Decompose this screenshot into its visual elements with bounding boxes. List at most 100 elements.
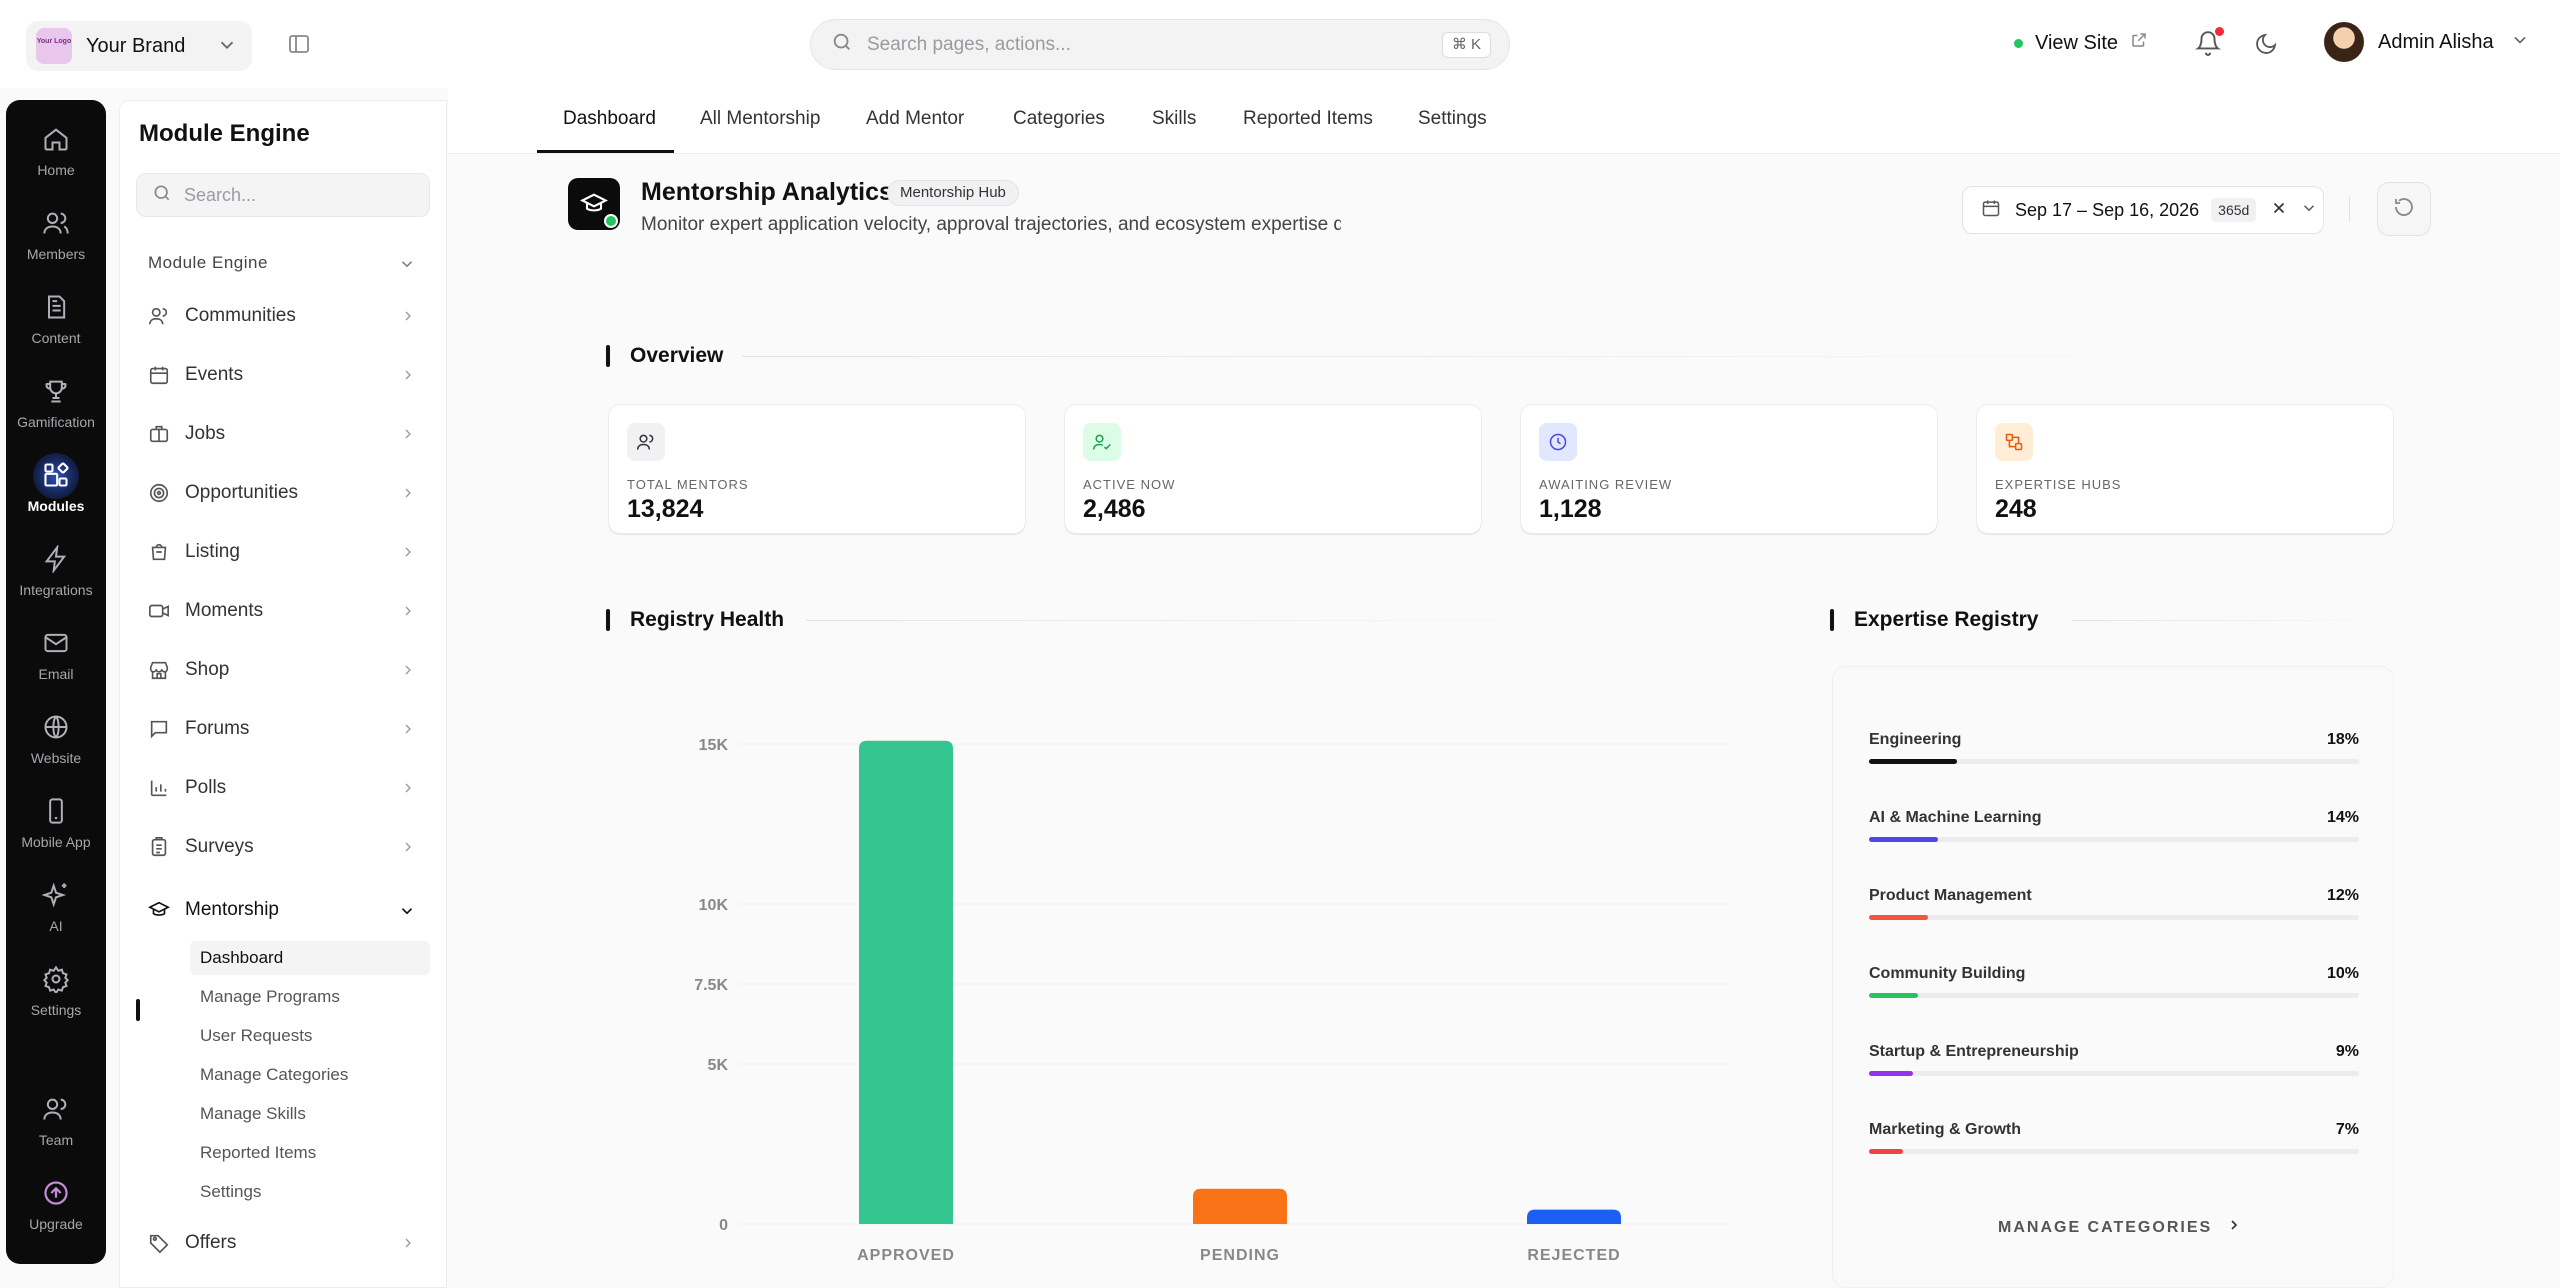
tab-categories[interactable]: Categories xyxy=(1013,108,1105,130)
chevron-right-icon xyxy=(400,721,416,743)
panel-item-forums[interactable]: Forums xyxy=(148,709,428,749)
chevron-right-icon xyxy=(400,367,416,389)
expertise-registry-heading: Expertise Registry xyxy=(1830,608,2038,632)
rail-label: Email xyxy=(38,666,74,682)
panel-item-polls[interactable]: Polls xyxy=(148,768,428,808)
sidebar-toggle-icon[interactable] xyxy=(287,32,311,61)
user-menu[interactable]: Admin Alisha xyxy=(2324,22,2530,62)
clock-icon xyxy=(1539,423,1577,461)
rail-label: Settings xyxy=(30,1002,82,1018)
progress-fill xyxy=(1869,837,1938,842)
date-range-label: Sep 17 – Sep 16, 2026 xyxy=(2015,199,2200,220)
panel-item-label: Surveys xyxy=(185,836,254,857)
graduation-cap-icon xyxy=(148,899,170,921)
panel-item-opportunities[interactable]: Opportunities xyxy=(148,473,428,513)
sub-item-manage-categories[interactable]: Manage Categories xyxy=(190,1058,430,1092)
registry-name: AI & Machine Learning xyxy=(1869,809,2042,826)
listing-icon xyxy=(148,541,170,563)
global-search[interactable]: Search pages, actions... ⌘ K xyxy=(810,19,1510,70)
search-shortcut: ⌘ K xyxy=(1441,32,1491,58)
panel-item-mentorship[interactable]: Mentorship xyxy=(148,890,428,930)
tab-add-mentor[interactable]: Add Mentor xyxy=(866,108,964,130)
registry-name: Marketing & Growth xyxy=(1869,1121,2022,1138)
chevron-right-icon xyxy=(400,780,416,802)
panel-item-label: Shop xyxy=(185,659,230,680)
panel-item-jobs[interactable]: Jobs xyxy=(148,414,428,454)
divider xyxy=(2072,620,2402,621)
rail-label: Team xyxy=(38,1132,74,1148)
registry-name: Product Management xyxy=(1869,887,2032,904)
stat-card-total-mentors: TOTAL MENTORS 13,824 xyxy=(608,404,1026,534)
sub-item-dashboard[interactable]: Dashboard xyxy=(190,941,430,975)
overview-heading: Overview xyxy=(606,344,723,368)
panel-search-input[interactable]: Search... xyxy=(136,173,430,217)
status-dot xyxy=(604,214,618,228)
top-bar: Your Logo Your Brand Search pages, actio… xyxy=(0,0,2560,88)
chevron-right-icon xyxy=(400,426,416,448)
video-icon xyxy=(148,600,170,622)
tab-settings[interactable]: Settings xyxy=(1418,108,1487,130)
rail-item-home[interactable]: Home xyxy=(6,120,106,196)
panel-section-label[interactable]: Module Engine xyxy=(148,253,268,273)
page-badge: Mentorship Hub xyxy=(887,180,1019,206)
registry-percent: 18% xyxy=(2326,731,2359,748)
sub-item-user-requests[interactable]: User Requests xyxy=(190,1019,430,1053)
view-site-link[interactable]: View Site xyxy=(2014,31,2148,55)
chevron-right-icon xyxy=(2226,1217,2242,1238)
rail-item-gamification[interactable]: Gamification xyxy=(6,372,106,448)
chevron-right-icon xyxy=(400,308,416,330)
manage-categories-link[interactable]: MANAGE CATEGORIES xyxy=(1998,1217,2242,1238)
sub-item-manage-programs[interactable]: Manage Programs xyxy=(190,980,430,1014)
calendar-icon xyxy=(1981,198,2001,223)
progress-track xyxy=(1869,1149,2359,1154)
briefcase-icon xyxy=(148,423,170,445)
sub-item-reported-items[interactable]: Reported Items xyxy=(190,1136,430,1170)
registry-row: Engineering 18% xyxy=(1869,731,2359,771)
panel-item-label: Mentorship xyxy=(185,899,279,920)
panel-item-surveys[interactable]: Surveys xyxy=(148,827,428,867)
moon-icon[interactable] xyxy=(2254,32,2278,61)
tab-dashboard[interactable]: Dashboard xyxy=(563,108,656,130)
users-icon xyxy=(148,305,170,327)
tab-reported-items[interactable]: Reported Items xyxy=(1243,108,1373,130)
rail-item-team[interactable]: Team xyxy=(6,1090,106,1166)
progress-fill xyxy=(1869,759,1958,764)
rail-item-website[interactable]: Website xyxy=(6,708,106,784)
sub-item-manage-skills[interactable]: Manage Skills xyxy=(190,1097,430,1131)
refresh-button[interactable] xyxy=(2377,182,2431,236)
chevron-down-icon[interactable] xyxy=(2300,199,2318,222)
tab-all-mentorship[interactable]: All Mentorship xyxy=(700,108,820,130)
target-icon xyxy=(148,482,170,504)
progress-track xyxy=(1869,915,2359,920)
rail-item-content[interactable]: Content xyxy=(6,288,106,364)
bar-rejected xyxy=(1527,1209,1621,1224)
rail-item-modules[interactable]: Modules xyxy=(6,453,106,532)
panel-item-label: Forums xyxy=(185,718,250,739)
chevron-down-icon[interactable] xyxy=(398,255,416,278)
stat-label: AWAITING REVIEW xyxy=(1539,477,1673,492)
y-tick-label: 15K xyxy=(699,737,729,754)
rail-item-ai[interactable]: AI xyxy=(6,876,106,952)
sub-item-settings[interactable]: Settings xyxy=(190,1175,430,1209)
chevron-down-icon xyxy=(2510,30,2530,55)
brand-switcher[interactable]: Your Logo Your Brand xyxy=(26,21,252,71)
panel-item-offers[interactable]: Offers xyxy=(148,1223,428,1263)
tab-skills[interactable]: Skills xyxy=(1152,108,1196,130)
rail-item-upgrade[interactable]: Upgrade xyxy=(6,1174,106,1250)
rail-item-email[interactable]: Email xyxy=(6,624,106,700)
close-icon[interactable] xyxy=(2270,199,2288,222)
panel-item-listing[interactable]: Listing xyxy=(148,532,428,572)
panel-item-shop[interactable]: Shop xyxy=(148,650,428,690)
rail-item-members[interactable]: Members xyxy=(6,204,106,280)
avatar xyxy=(2324,22,2364,62)
rail-item-integrations[interactable]: Integrations xyxy=(6,540,106,616)
date-range-picker[interactable]: Sep 17 – Sep 16, 2026 365d xyxy=(1962,186,2324,234)
panel-item-events[interactable]: Events xyxy=(148,355,428,395)
chevron-right-icon xyxy=(400,1235,416,1257)
rail-item-settings[interactable]: Settings xyxy=(6,960,106,1036)
rail-item-mobile-app[interactable]: Mobile App xyxy=(6,792,106,868)
panel-item-communities[interactable]: Communities xyxy=(148,296,428,336)
rail-label: Mobile App xyxy=(21,834,91,850)
panel-item-moments[interactable]: Moments xyxy=(148,591,428,631)
divider xyxy=(2349,196,2350,222)
